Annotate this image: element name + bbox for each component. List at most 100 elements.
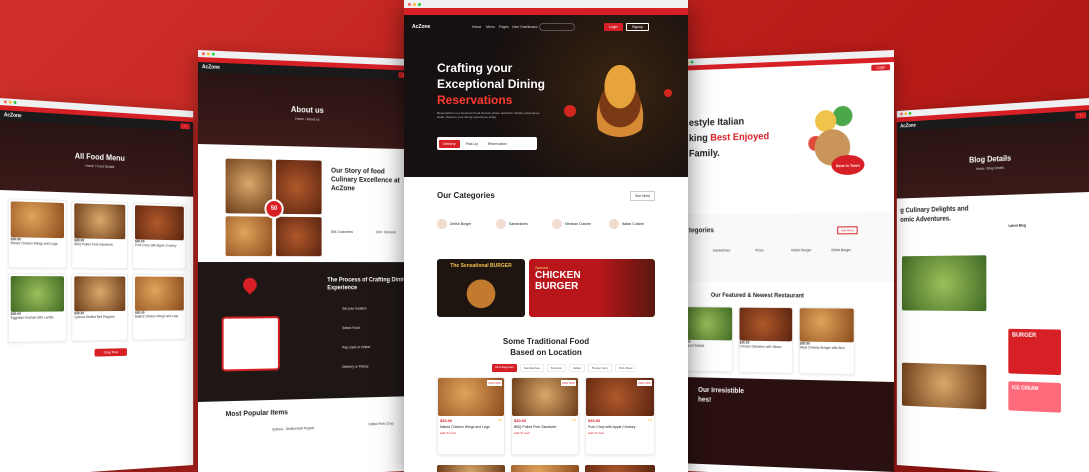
see-more-button[interactable]: See More	[837, 226, 858, 235]
nav-menu[interactable]: Menu	[486, 25, 495, 29]
logo[interactable]: AcZone	[202, 64, 220, 71]
loc-tab[interactable]: Pork Meat	[614, 364, 637, 372]
hero-line-3: Family.	[688, 148, 720, 160]
tomato-icon	[664, 89, 672, 97]
promo-chicken-burger[interactable]: Special CHICKEN BURGER	[529, 259, 655, 317]
blog-headline-2: omic Adventures.	[900, 215, 951, 224]
food-name: Baked Chicken Wings and Legs	[135, 314, 179, 319]
window-food-menu: AcZone › All Food Menu Home / Food Detai…	[0, 98, 194, 472]
search-input[interactable]	[539, 23, 575, 31]
stat-customers: 80k Customers	[331, 229, 353, 234]
food-card[interactable]: $30.00 BBQ Pulled Pork Sandwich	[71, 200, 128, 269]
category-item[interactable]: Delish Burger	[437, 215, 487, 233]
nav-button[interactable]: ›	[1075, 112, 1087, 119]
food-card[interactable]: $30.00 Quinoa-Stuffed Bell Peppers	[71, 273, 128, 342]
promo-ice-cream-card[interactable]: ICE CREAM	[1008, 381, 1061, 413]
category-name: Italian Cuisine	[622, 222, 644, 226]
nav-home[interactable]: Home	[472, 25, 481, 29]
story-title: Our Story of food Culinary Excellence at…	[331, 167, 400, 193]
signup-button[interactable]: Signup	[626, 23, 649, 31]
category-item[interactable]: Italian Cuisine	[609, 215, 664, 233]
add-to-cart-button[interactable]: Add To Cart	[586, 429, 654, 437]
featured-name: Chopped Salads	[680, 343, 705, 348]
nav-button[interactable]: ›	[180, 123, 190, 130]
category-item[interactable]: Mexican Cuisine	[552, 215, 607, 233]
category-item[interactable]: Sandwiches	[496, 215, 546, 233]
login-button[interactable]: Login	[604, 23, 623, 31]
food-meta: $30.00 4.9	[512, 416, 578, 425]
bottom-title-2: hes!	[698, 396, 712, 404]
featured-name: Meat Cheese Burger with Bun	[799, 345, 845, 351]
popular-item-2[interactable]: Grilled Pork Chop	[368, 422, 393, 427]
food-card[interactable]: $30.00 Pork Chop with Apple Chutney	[132, 202, 187, 270]
blog-image-2	[901, 362, 987, 410]
blog-body: g Culinary Delights and omic Adventures.…	[897, 192, 1089, 472]
hero-subtitle: Reservations is a Gourmet Food Service w…	[437, 111, 540, 120]
popular-section: Most Popular Items Quinoa - Stuffed Bell…	[198, 396, 412, 462]
add-to-cart-button[interactable]: Add To Cart	[438, 429, 504, 437]
see-more-button[interactable]: See More	[630, 191, 656, 201]
step-1: Set your location	[342, 306, 367, 311]
food-card[interactable]: $30.00 Egyptian Koshari with Lentils	[7, 273, 67, 343]
location-tabs: All Categories Sandwiches Mexican Italia…	[492, 364, 637, 372]
logo[interactable]: AcZone	[412, 24, 430, 30]
category-card[interactable]: Delish Burger	[791, 248, 811, 252]
step-3: Pay Cash or Online	[342, 345, 371, 350]
food-meta: $30.00 4.9	[586, 416, 654, 425]
discount-badge: 20% OFF	[637, 380, 652, 386]
featured-card[interactable]: $30.00 Meat Cheese Burger with Bun	[798, 307, 855, 376]
nav-dashboard[interactable]: User Dashboard	[512, 25, 537, 29]
stat-services: 100+ Services	[375, 230, 397, 235]
food-card[interactable]: 20% OFF $30.00 4.9 Naked Chicken Wings a…	[437, 377, 505, 455]
popular-item-1[interactable]: Quinoa - Stuffed Bell Pepper	[272, 426, 314, 431]
loc-tab[interactable]: Mexican	[546, 364, 567, 372]
navbar: AcZone Home Menu Pages User Dashboard Lo…	[404, 21, 688, 35]
categories-section: tegories See More Sandwiches Pizza Delis…	[678, 212, 894, 282]
food-card[interactable]: $30.00 Bread Chicken Wings and Legs	[7, 198, 67, 269]
category-card[interactable]: Pizza	[755, 248, 763, 252]
step-2: Select Food	[342, 325, 360, 331]
discount-badge: 20% OFF	[487, 380, 502, 386]
food-card[interactable]: 20% OFF $30.00 4.9 Pork Chop with Apple …	[585, 377, 655, 455]
category-name: Mexican Cuisine	[565, 222, 591, 226]
food-card[interactable]: $30.00 Baked Chicken Wings and Legs	[132, 273, 187, 341]
logo[interactable]: AcZone	[4, 112, 22, 119]
food-name: Bread Chicken Wings and Legs	[10, 241, 58, 246]
featured-card[interactable]: $30.00 Chicken Skewers with Sticks	[738, 306, 794, 374]
discount-badge: 20% OFF	[561, 380, 576, 386]
food-card[interactable]: 20% OFF $30.00 4.9 BBQ Pulled Pork Sandw…	[511, 377, 579, 455]
add-to-cart-button[interactable]: Add To Cart	[512, 429, 578, 437]
hero-title-3: Reservations	[437, 93, 513, 107]
featured-image	[680, 307, 733, 341]
promo-burger-card[interactable]: BURGER	[1008, 328, 1061, 376]
promo-banners: The Sensational BURGER Special CHICKEN B…	[404, 257, 688, 331]
promo-burger: BURGER	[535, 281, 579, 292]
food-grid: $30.00 Bread Chicken Wings and Legs $30.…	[0, 190, 193, 351]
featured-name: Chicken Skewers with Sticks	[739, 344, 782, 350]
burger-icon	[437, 219, 447, 229]
category-card[interactable]: Sandwiches	[713, 249, 730, 253]
loc-tab[interactable]: Sandwiches	[519, 364, 544, 372]
window-blog: AcZone › Blog Details Home / Blog Detail…	[896, 98, 1089, 472]
login-button[interactable]: Login	[871, 64, 891, 71]
food-price: $30.00	[514, 418, 527, 423]
sandwich-icon	[496, 219, 506, 229]
category-card[interactable]: Delist Burger	[831, 248, 851, 252]
shop-now-button[interactable]: Shop Now	[94, 348, 128, 357]
tab-pickup[interactable]: Pick-Up	[462, 140, 482, 148]
loc-tab[interactable]: Italian	[569, 364, 586, 372]
hero-line-2: king Best Enjoyed	[689, 131, 769, 144]
food-name: BBQ Pulled Pork Sandwich	[74, 242, 114, 247]
nav-pages[interactable]: Pages	[499, 25, 509, 29]
tab-delivery[interactable]: Delivery	[439, 139, 460, 148]
logo[interactable]: AcZone	[900, 123, 916, 130]
featured-image	[739, 307, 793, 342]
food-price: $30.00	[440, 418, 453, 423]
loc-tab[interactable]: Burger Item	[588, 364, 612, 372]
food-name: Pork Chop with Apple Chutney	[135, 243, 177, 248]
promo-sensational-burger[interactable]: The Sensational BURGER	[437, 259, 525, 317]
food-name: Egyptian Koshari with Lentils	[10, 315, 54, 320]
loc-tab-all[interactable]: All Categories	[492, 364, 517, 372]
tab-reservation[interactable]: Reservation	[484, 140, 511, 148]
kitchen-image	[225, 216, 273, 257]
